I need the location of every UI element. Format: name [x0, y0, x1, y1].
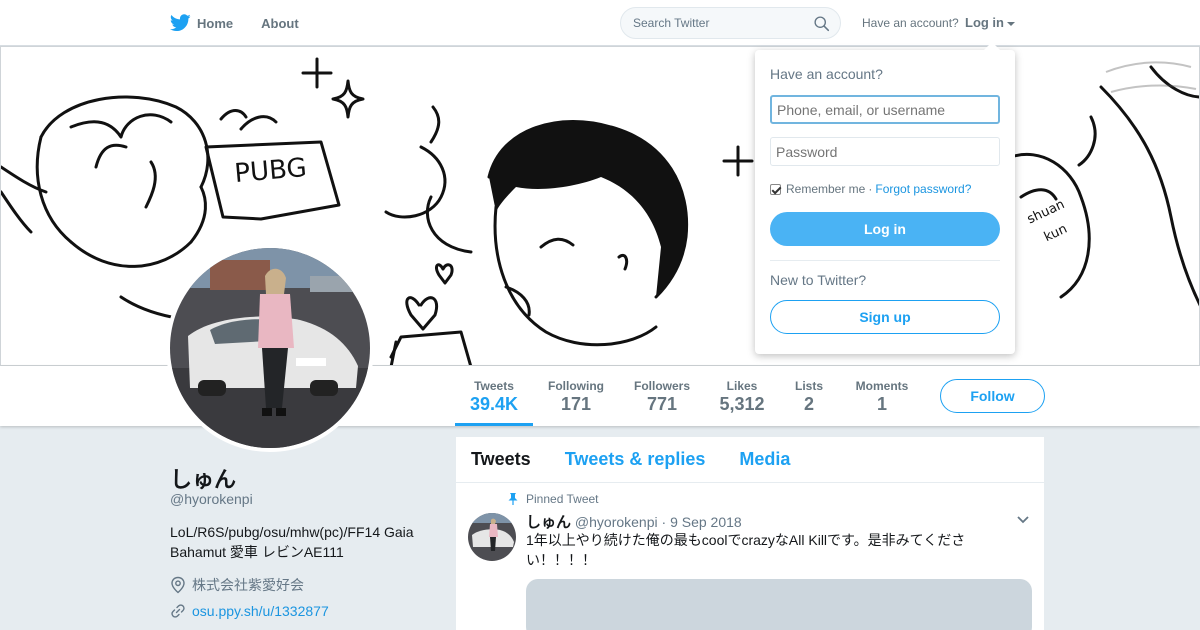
tweet-avatar[interactable] [468, 513, 516, 561]
stat-lists[interactable]: Lists 2 [786, 366, 832, 426]
tab-tweets[interactable]: Tweets [471, 449, 531, 470]
profile-name[interactable]: しゅん [170, 462, 236, 494]
tweet-header: しゅん @hyorokenpi · 9 Sep 2018 [526, 511, 742, 532]
stat-value: 1 [876, 394, 887, 414]
stat-label: Following [548, 379, 604, 393]
banner-kun-text: kun [1042, 222, 1070, 246]
twitter-bird-icon [170, 14, 191, 32]
stat-label: Tweets [474, 379, 514, 393]
dropdown-divider [770, 260, 1000, 261]
stat-label: Lists [794, 379, 823, 393]
tab-tweets-and-replies[interactable]: Tweets & replies [565, 449, 706, 470]
signup-button[interactable]: Sign up [770, 300, 1000, 334]
tweet-separator: · [661, 514, 667, 530]
home-link[interactable]: Home [170, 14, 233, 32]
top-navigation-bar: Home About Search Twitter Have an accoun… [0, 0, 1200, 46]
pin-icon [508, 493, 518, 505]
caret-down-icon [1007, 21, 1015, 26]
remember-me-label[interactable]: Remember me [786, 182, 865, 196]
remember-me-checkbox[interactable] [770, 183, 781, 195]
stat-likes[interactable]: Likes 5,312 [712, 366, 772, 426]
tweet-author-handle[interactable]: @hyorokenpi [575, 514, 658, 530]
home-label: Home [197, 15, 234, 31]
about-link[interactable]: About [261, 16, 299, 31]
chevron-down-icon[interactable] [1016, 515, 1030, 525]
tab-media[interactable]: Media [739, 449, 790, 470]
login-dropdown: Have an account? Remember me · Forgot pa… [755, 42, 1015, 354]
stat-value: 2 [803, 394, 814, 414]
stat-value: 5,312 [719, 394, 765, 414]
search-box[interactable]: Search Twitter [620, 7, 841, 39]
stat-moments[interactable]: Moments 1 [848, 366, 916, 426]
dropdown-title: Have an account? [770, 66, 883, 82]
nav-left: Home About [170, 0, 327, 46]
banner-pubg-text: PUBG [233, 153, 308, 189]
remember-separator: · [868, 182, 873, 196]
stat-following[interactable]: Following 171 [540, 366, 612, 426]
profile-handle[interactable]: @hyorokenpi [170, 491, 253, 507]
stat-value: 171 [560, 394, 592, 414]
website-link[interactable]: osu.ppy.sh/u/1332877 [192, 603, 329, 619]
have-account-text: Have an account? [862, 16, 959, 30]
avatar-photo [170, 248, 370, 448]
stat-label: Likes [726, 379, 758, 393]
login-button[interactable]: Log in [770, 212, 1000, 246]
password-field[interactable] [770, 137, 1000, 166]
timeline-tabs: Tweets Tweets & replies Media [456, 437, 1044, 483]
search-input[interactable]: Search Twitter [633, 16, 709, 30]
location-text: 株式会社紫愛好会 [192, 577, 304, 593]
forgot-password-link[interactable]: Forgot password? [875, 182, 971, 196]
remember-me-row: Remember me · Forgot password? [770, 182, 971, 196]
profile-location: 株式会社紫愛好会 [170, 575, 304, 595]
profile-avatar[interactable] [166, 244, 374, 452]
stat-followers[interactable]: Followers 771 [624, 366, 700, 426]
stat-value: 771 [646, 394, 678, 414]
tweet-avatar-photo [468, 513, 516, 561]
stat-label: Moments [855, 379, 909, 393]
profile-bio: LoL/R6S/pubg/osu/mhw(pc)/FF14 Gaia Baham… [170, 524, 414, 560]
stat-tweets[interactable]: Tweets 39.4K [455, 366, 533, 426]
profile-website[interactable]: osu.ppy.sh/u/1332877 [170, 603, 329, 619]
tweet-date[interactable]: 9 Sep 2018 [670, 514, 742, 530]
stat-label: Followers [633, 379, 690, 393]
pinned-tweet-label: Pinned Tweet [508, 492, 599, 506]
pinned-text: Pinned Tweet [526, 492, 599, 506]
timeline: Tweets Tweets & replies Media Pinned Twe… [456, 437, 1044, 630]
follow-button[interactable]: Follow [940, 379, 1045, 413]
location-pin-icon [171, 576, 185, 594]
tweet-text: 1年以上やり続けた俺の最もcoolでcrazyなAll Killです。是非みてく… [526, 532, 966, 568]
avatar-car-photo [170, 248, 370, 448]
login-dropdown-toggle[interactable]: Log in [965, 15, 1015, 30]
stat-value: 39.4K [469, 394, 519, 414]
new-to-twitter-text: New to Twitter? [770, 272, 867, 288]
tweet-author-name[interactable]: しゅん [526, 514, 571, 531]
link-icon [171, 604, 185, 618]
login-link-label: Log in [965, 15, 1004, 30]
tweet-media[interactable] [526, 579, 1032, 630]
search-icon[interactable] [813, 15, 830, 32]
username-field[interactable] [770, 95, 1000, 124]
